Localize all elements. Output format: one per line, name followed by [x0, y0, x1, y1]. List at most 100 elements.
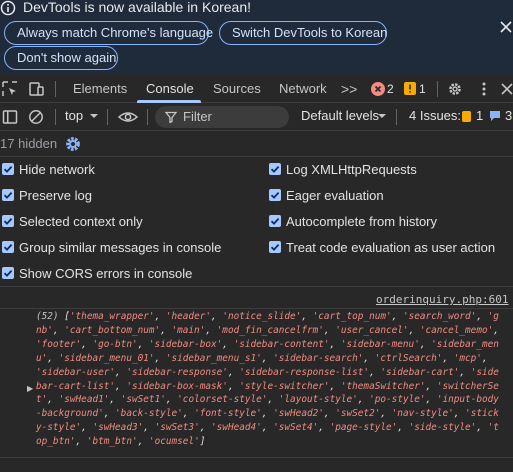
expand-arrow-icon[interactable]: ▶ [27, 384, 33, 393]
sidebar-toggle-icon[interactable] [2, 109, 18, 125]
console-settings-pane: Hide network Preserve log Selected conte… [0, 157, 513, 287]
hide-network-checkbox[interactable] [2, 163, 14, 175]
language-infobar: DevTools is now available in Korean! Alw… [0, 0, 513, 74]
setting-label: Show CORS errors in console [19, 266, 193, 281]
array-item: 'swHead1' [58, 394, 110, 406]
array-preview[interactable]: (52) ['thema_wrapper', 'header', 'notice… [36, 310, 499, 449]
group-similar-checkbox[interactable] [2, 241, 14, 253]
array-item: 'sidebar-response-list' [239, 366, 370, 378]
setting-label: Treat code evaluation as user action [286, 240, 496, 255]
more-tabs-chevron-icon[interactable]: >> [341, 75, 357, 103]
setting-label: Group similar messages in console [19, 240, 222, 255]
array-item: 'mod_fin_cancelfrm' [216, 324, 324, 336]
warning-count[interactable]: 1 [419, 82, 426, 96]
issues-warning-count[interactable]: 1 [476, 108, 483, 123]
array-item: 'swSet3' [154, 422, 200, 434]
array-item: 'nav-style' [391, 408, 454, 420]
setting-label: Selected context only [19, 214, 143, 229]
array-item: 'user_cancel' [335, 324, 409, 336]
chevron-down-icon[interactable] [89, 111, 99, 121]
console-settings-gear-icon[interactable] [64, 135, 82, 153]
array-item: 'swSet1' [120, 394, 166, 406]
close-icon[interactable] [499, 20, 513, 34]
tab-network[interactable]: Network [279, 75, 327, 103]
separator [437, 81, 438, 97]
array-item: 'swHead2' [273, 408, 324, 420]
array-item: 'font-style' [194, 408, 262, 420]
chevron-down-icon[interactable] [377, 111, 387, 121]
tab-elements[interactable]: Elements [73, 75, 127, 103]
array-item: 'back-style' [115, 408, 183, 420]
kebab-menu-icon[interactable] [476, 81, 492, 97]
filter-input[interactable]: Filter [155, 106, 289, 128]
eager-evaluation-checkbox[interactable] [269, 189, 281, 201]
filter-icon [165, 111, 177, 123]
array-items: ['thema_wrapper', 'header', 'notice_slid… [36, 311, 499, 448]
array-item: 'sidebar-menu' [340, 338, 420, 350]
array-item: 'ocumsel' [148, 436, 200, 448]
array-item: 'header' [165, 311, 212, 322]
match-language-button[interactable]: Always match Chrome's language [4, 21, 213, 45]
array-item: 'style-switcher' [239, 380, 330, 392]
array-item: 'themaSwitcher' [340, 380, 426, 392]
hidden-count: 17 hidden [0, 136, 58, 151]
inspect-element-icon[interactable] [2, 81, 18, 97]
array-item: 'swHead3' [92, 422, 144, 434]
autocomplete-checkbox[interactable] [269, 215, 281, 227]
selected-context-checkbox[interactable] [2, 215, 14, 227]
tab-sources[interactable]: Sources [213, 75, 261, 103]
array-item: 'layout-style' [278, 394, 358, 406]
array-item: 'sidebar_menu_01' [58, 352, 155, 364]
array-item: 'sidebar_menu_s1' [165, 352, 262, 364]
filter-placeholder: Filter [183, 109, 212, 124]
show-cors-checkbox[interactable] [2, 267, 14, 279]
setting-label: Autocomplete from history [286, 214, 438, 229]
setting-label: Eager evaluation [286, 188, 384, 203]
infobar-message: DevTools is now available in Korean! [23, 0, 252, 15]
array-item: 'cart_bottom_num' [64, 324, 161, 336]
array-item: 'sidebar-box' [148, 338, 223, 350]
tab-console[interactable]: Console [146, 75, 194, 103]
warning-icon[interactable] [404, 82, 416, 95]
error-icon[interactable] [371, 82, 385, 96]
array-item: 'page-style' [329, 422, 398, 434]
warning-icon [462, 111, 471, 122]
array-item: 'btm_btn' [86, 436, 138, 448]
hidden-messages-bar: 17 hidden [0, 131, 513, 157]
preserve-log-checkbox[interactable] [2, 189, 14, 201]
log-message: ▶ (52) ['thema_wrapper', 'header', 'noti… [0, 308, 513, 458]
info-icon [0, 0, 16, 16]
array-item: 'swHead4' [211, 422, 262, 434]
array-item: 'swSet4' [273, 422, 319, 434]
eye-icon[interactable] [118, 109, 138, 125]
device-toolbar-icon[interactable] [28, 81, 44, 97]
treat-as-user-action-checkbox[interactable] [269, 241, 281, 253]
dont-show-again-button[interactable]: Don't show again [4, 46, 118, 70]
array-item: 'sidebar-response' [126, 366, 228, 378]
source-link[interactable]: orderinquiry.php:601 [376, 293, 508, 306]
array-item: 'ctrlSearch' [374, 352, 443, 364]
array-item: 'mcp' [453, 352, 482, 364]
log-levels-dropdown[interactable]: Default levels [301, 108, 379, 123]
error-count[interactable]: 2 [387, 82, 394, 96]
log-xhr-checkbox[interactable] [269, 163, 281, 175]
array-item: 'po-style' [369, 394, 426, 406]
context-selector[interactable]: top [65, 108, 83, 123]
switch-korean-button[interactable]: Switch DevTools to Korean [219, 21, 387, 45]
gear-icon[interactable] [447, 81, 463, 97]
array-item: 'side-style' [408, 422, 477, 434]
close-devtools-icon[interactable] [499, 81, 513, 97]
separator [147, 109, 148, 125]
array-item: 'sidebar-content' [233, 338, 330, 350]
array-count: (52) [36, 311, 59, 322]
separator [396, 109, 397, 125]
separator [107, 109, 108, 125]
array-item: 'footer' [36, 338, 82, 350]
array-item: 'swSet2' [335, 408, 381, 420]
setting-label: Hide network [19, 162, 95, 177]
issues-info-count[interactable]: 3 [505, 108, 512, 123]
console-output: orderinquiry.php:601 ▶ (52) ['thema_wrap… [0, 288, 513, 472]
clear-console-icon[interactable] [28, 109, 44, 125]
issues-label[interactable]: 4 Issues: [409, 108, 461, 123]
array-item: 'notice_slide' [222, 311, 302, 322]
